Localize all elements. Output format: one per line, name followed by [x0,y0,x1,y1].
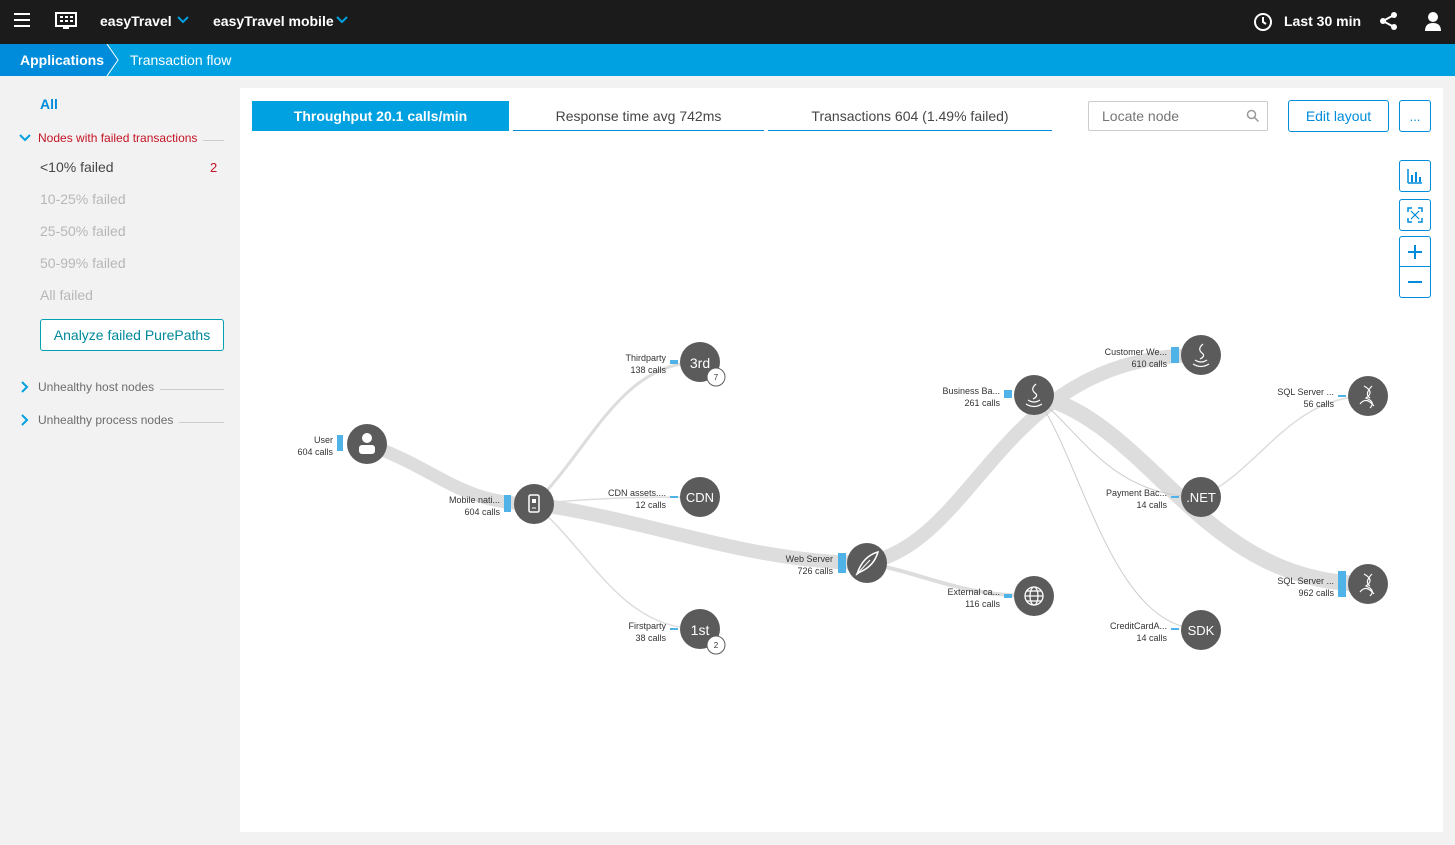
node-thirdparty[interactable]: Thirdparty 138 calls 3rd 7 [625,342,726,387]
node-creditcard-bar [1171,628,1179,630]
node-thirdparty-calls: 138 calls [630,365,666,375]
node-webserver-bar [838,553,846,573]
node-thirdparty-label: Thirdparty [625,353,666,363]
filter-lt10-failed[interactable]: <10% failed [40,159,114,175]
node-external-bar [1004,594,1012,598]
node-sql1-label: SQL Server ... [1277,387,1334,397]
node-firstparty-badge: 2 [714,641,719,650]
node-creditcard[interactable]: CreditCardA... 14 calls SDK [1110,610,1221,650]
node-firstparty-calls: 38 calls [635,633,666,643]
menu-icon[interactable] [14,13,30,27]
node-thirdparty-badge: 7 [714,373,719,382]
node-sql1-calls: 56 calls [1303,399,1334,409]
node-sql1-bar [1338,395,1346,397]
node-firstparty[interactable]: Firstparty 38 calls 1st 2 [628,609,726,655]
node-creditcard-calls: 14 calls [1136,633,1167,643]
edge-mobile-thirdparty [532,360,702,506]
node-user-bar [337,435,343,451]
node-external-label: External ca... [947,587,1000,597]
node-cdn-label: CDN assets.... [608,488,666,498]
timeframe-selector[interactable]: Last 30 min [1284,13,1361,29]
section-failed-label: Nodes with failed transactions [38,131,198,145]
section-unhealthy-host-label: Unhealthy host nodes [38,380,155,394]
node-firstparty-bar [670,628,678,630]
section-unhealthy-host[interactable]: Unhealthy host nodes [18,380,224,394]
node-customer-label: Customer We... [1105,347,1167,357]
node-customer-bar [1171,347,1179,363]
filter-25-50-failed[interactable]: 25-50% failed [40,223,126,239]
transaction-flow-graph: User 604 calls Mobile nati... 604 calls … [297,335,1388,655]
node-mobile-bar [504,495,511,512]
node-sql-server-1[interactable]: SQL Server ... 56 calls [1277,376,1388,416]
node-payment-glyph: .NET [1186,490,1216,505]
node-mobile-label: Mobile nati... [449,495,500,505]
node-cdn-glyph: CDN [686,490,714,505]
edge-payment-sql1 [1200,395,1369,498]
filter-lt10-count: 2 [210,160,218,175]
node-webserver-calls: 726 calls [797,566,833,576]
breadcrumb-item-applications[interactable]: Applications [20,52,104,68]
node-business-bar [1004,390,1012,398]
analyze-failed-purepaths-button[interactable]: Analyze failed PurePaths [40,319,224,351]
node-cdn-bar [670,496,678,498]
breadcrumb-item-transaction-flow: Transaction flow [130,52,232,68]
node-thirdparty-glyph: 3rd [690,355,710,371]
node-creditcard-glyph: SDK [1188,623,1215,638]
node-cdn[interactable]: CDN assets.... 12 calls CDN [608,477,720,517]
node-mobile-calls: 604 calls [464,507,500,517]
node-webserver-label: Web Server [786,554,833,564]
chevron-right-icon [21,381,29,393]
node-firstparty-glyph: 1st [691,622,710,638]
node-external-calls: 116 calls [965,599,1000,609]
filter-all[interactable]: All [40,96,58,112]
clock-icon[interactable] [1253,12,1273,32]
node-user-calls: 604 calls [297,447,333,457]
application-selector[interactable]: easyTravel mobile [213,13,334,29]
apps-icon[interactable] [55,12,77,30]
node-user[interactable]: User 604 calls [297,424,387,464]
node-cdn-calls: 12 calls [635,500,666,510]
node-creditcard-label: CreditCardA... [1110,621,1167,631]
chevron-down-icon [19,134,31,142]
node-payment-label: Payment Bac... [1106,488,1167,498]
node-payment-calls: 14 calls [1136,500,1167,510]
breadcrumb: Applications Transaction flow [0,44,1455,76]
node-thirdparty-bar [670,360,678,364]
filter-sidebar: All Nodes with failed transactions <10% … [0,76,240,845]
top-bar: easyTravel easyTravel mobile Last 30 min [0,0,1455,44]
node-business-label: Business Ba... [942,386,1000,396]
chevron-down-icon[interactable] [335,15,349,25]
chevron-down-icon[interactable] [176,15,190,25]
filter-all-failed[interactable]: All failed [40,287,93,303]
node-business-calls: 261 calls [964,398,1000,408]
node-user-label: User [314,435,333,445]
breadcrumb-separator [106,44,119,76]
node-customer-calls: 610 calls [1131,359,1167,369]
environment-selector[interactable]: easyTravel [100,13,172,29]
node-firstparty-label: Firstparty [628,621,666,631]
user-icon[interactable] [1424,11,1442,33]
filter-10-25-failed[interactable]: 10-25% failed [40,191,126,207]
node-sql2-bar [1338,571,1346,597]
node-sql2-calls: 962 calls [1298,588,1334,598]
section-unhealthy-process-label: Unhealthy process nodes [38,413,174,427]
transaction-flow-panel: Throughput 20.1 calls/min Response time … [240,88,1443,832]
chevron-right-icon [21,414,29,426]
section-failed-nodes[interactable]: Nodes with failed transactions [18,131,224,145]
share-icon[interactable] [1379,11,1399,31]
filter-50-99-failed[interactable]: 50-99% failed [40,255,126,271]
section-unhealthy-process[interactable]: Unhealthy process nodes [18,413,224,427]
node-sql2-label: SQL Server ... [1277,576,1334,586]
node-business-backend[interactable]: Business Ba... 261 calls [942,375,1054,415]
node-payment-bar [1171,496,1179,498]
